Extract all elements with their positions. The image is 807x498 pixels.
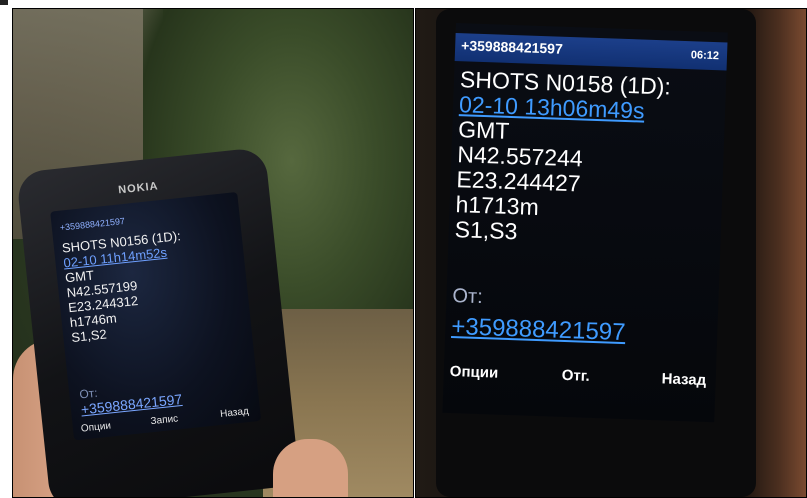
softkey-back[interactable]: Назад [220,406,250,420]
message-body: SHOTS N0158 (1D): 02-10 13h06m49s GMT N4… [454,66,671,249]
photo-comparison-table: NOKIA +359888421597 SHOTS N0156 (1D): 02… [12,8,807,498]
phone-screen-closeup: +359888421597 06:12 SHOTS N0158 (1D): 02… [442,23,728,423]
thumb [273,439,348,497]
from-label: От: [452,285,484,309]
message-header: +359888421597 06:12 [454,32,728,71]
phone-screen: +359888421597 SHOTS N0156 (1D): 02-10 11… [50,191,262,441]
nokia-phone-left: NOKIA +359888421597 SHOTS N0156 (1D): 02… [15,146,301,497]
message-body: SHOTS N0156 (1D): 02-10 11h14m52s GMT N4… [61,222,251,345]
sender-number: +359888421597 [460,37,564,57]
softkey-save[interactable]: Запис [150,413,179,427]
softkey-reply[interactable]: Отг. [561,367,590,385]
photo-right: +359888421597 06:12 SHOTS N0158 (1D): 02… [415,8,807,498]
softkey-options[interactable]: Опции [450,363,499,382]
softkey-options[interactable]: Опции [80,420,111,434]
phone-right: +359888421597 06:12 SHOTS N0158 (1D): 02… [436,9,756,497]
clock: 06:12 [690,49,720,63]
from-number-link[interactable]: +359888421597 [451,313,626,347]
brand-logo: NOKIA [117,180,160,197]
sender-number: +359888421597 [59,215,126,233]
photo-left: NOKIA +359888421597 SHOTS N0156 (1D): 02… [12,8,414,498]
softkey-bar: Опции Отг. Назад [443,353,716,402]
softkey-back[interactable]: Назад [661,370,706,389]
